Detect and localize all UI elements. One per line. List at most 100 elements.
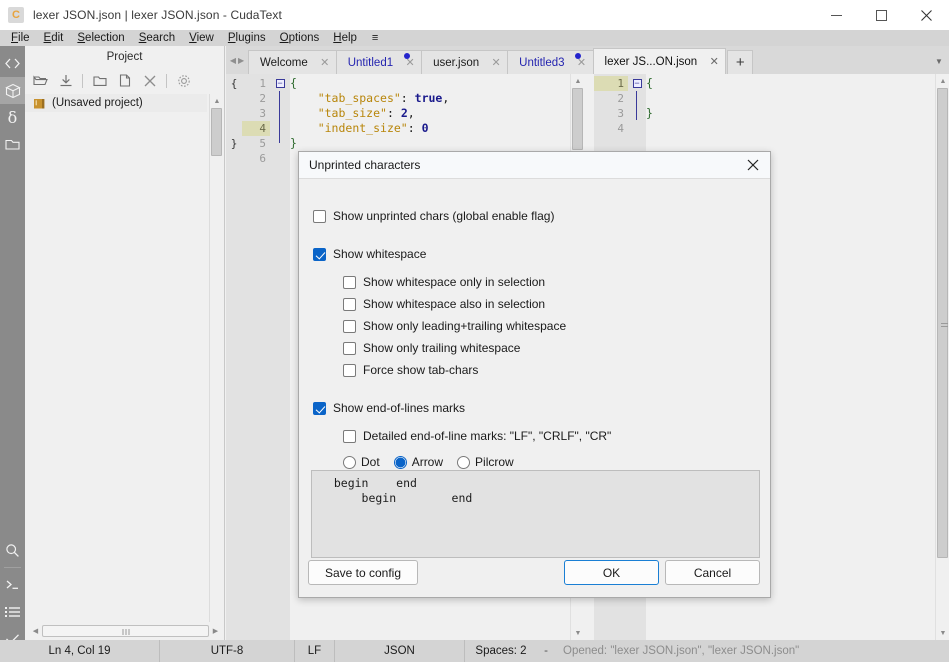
radio-button[interactable] [457,455,471,469]
status-caret-position[interactable]: Ln 4, Col 19 [0,640,160,662]
checkbox-show-whitespace[interactable] [313,247,326,261]
radio-dot[interactable]: Dot [343,455,380,469]
scroll-right-arrow-icon[interactable]: ▶ [209,624,222,638]
checkbox-label: Show end-of-lines marks [333,401,466,415]
menu-help[interactable]: Help [326,30,364,46]
tab-untitled1[interactable]: Untitled1 ✕ [335,50,423,74]
line-number: 3 [617,107,624,120]
delta-icon[interactable]: δ [0,104,25,131]
hamburger-menu-icon[interactable]: ≡ [364,30,386,46]
menu-options[interactable]: Options [273,30,327,46]
project-root-label: (Unsaved project) [52,97,143,109]
status-line-ending[interactable]: LF [295,640,335,662]
radio-pilcrow[interactable]: Pilcrow [457,455,514,469]
maximize-icon[interactable] [859,0,904,30]
close-icon[interactable]: ✕ [489,56,503,70]
radio-button[interactable] [393,455,407,469]
tab-label: Welcome [260,56,308,69]
add-tab-button[interactable]: + [727,50,754,74]
checkbox-ws-trailing-only[interactable] [343,341,356,355]
checkbox-row-global[interactable]: Show unprinted chars (global enable flag… [313,205,756,227]
checkbox-row-detailed-eol[interactable]: Detailed end-of-line marks: "LF", "CRLF"… [313,425,756,447]
menu-file[interactable]: File [4,30,37,46]
checkbox-label: Force show tab-chars [363,363,479,377]
checkbox-row-ws-only-selection[interactable]: Show whitespace only in selection [313,271,756,293]
checkbox-ws-also-in-selection[interactable] [343,297,356,311]
radio-button[interactable] [343,455,356,469]
checkbox-row-ws-trailing[interactable]: Show only trailing whitespace [313,337,756,359]
open-folder-icon[interactable] [29,71,52,91]
menu-view[interactable]: View [182,30,221,46]
project-box-icon[interactable] [0,77,25,104]
tab-label: Untitled1 [347,56,394,69]
menu-selection[interactable]: Selection [70,30,131,46]
project-horizontal-scrollbar[interactable]: ◀ ▶ [29,624,222,638]
scroll-down-arrow-icon[interactable]: ▼ [571,626,585,640]
menu-edit[interactable]: Edit [37,30,71,46]
search-icon[interactable] [0,537,25,564]
status-lexer[interactable]: JSON [335,640,465,662]
tab-user-json[interactable]: user.json ✕ [421,50,509,74]
scrollbar-thumb[interactable] [572,88,583,150]
close-icon[interactable] [138,71,161,91]
project-tree[interactable]: (Unsaved project) [25,94,224,622]
scrollbar-track[interactable] [42,625,209,637]
scroll-up-arrow-icon[interactable]: ▲ [936,74,949,88]
chevron-down-icon[interactable]: ▼ [931,53,947,69]
scrollbar-thumb[interactable] [937,88,948,558]
close-icon[interactable] [904,0,949,30]
tab-nav-arrows[interactable]: ◀ ▶ [226,46,248,74]
checkbox-ws-only-in-selection[interactable] [343,275,356,289]
radio-arrow[interactable]: Arrow [393,455,443,469]
download-icon[interactable] [54,71,77,91]
scroll-up-arrow-icon[interactable]: ▲ [571,74,585,88]
scroll-down-arrow-icon[interactable]: ▼ [936,626,949,640]
status-encoding[interactable]: UTF-8 [160,640,295,662]
tab-welcome[interactable]: Welcome ✕ [248,50,337,74]
minimize-icon[interactable] [814,0,859,30]
fold-gutter[interactable]: − [270,74,290,640]
tab-label: Untitled3 [519,56,565,69]
tab-untitled3[interactable]: Untitled3 ✕ [507,50,594,74]
tab-nav-left-icon[interactable]: ◀ [230,56,236,65]
checkbox-row-ws-leading-trailing[interactable]: Show only leading+trailing whitespace [313,315,756,337]
menu-search[interactable]: Search [132,30,182,46]
save-to-config-button[interactable]: Save to config [308,560,418,585]
close-icon[interactable]: ✕ [707,55,721,69]
ok-button[interactable]: OK [564,560,659,585]
file-icon[interactable] [113,71,136,91]
checkbox-global-enable[interactable] [313,209,326,223]
checkbox-row-show-eol[interactable]: Show end-of-lines marks [313,397,756,419]
fold-collapse-icon[interactable]: − [632,79,642,88]
right-pane-vertical-scrollbar[interactable]: ▲ ▼ [935,74,949,640]
close-icon[interactable]: ✕ [318,56,332,70]
fold-collapse-icon[interactable]: − [275,79,285,88]
checkbox-show-end-of-lines[interactable] [313,401,326,415]
dialog-body: Show unprinted chars (global enable flag… [299,179,770,473]
tab-lexer-json[interactable]: lexer JS...ON.json ✕ [592,48,727,74]
gear-icon[interactable] [172,71,195,91]
project-vertical-scrollbar[interactable]: ▲ [209,94,224,622]
folder-icon[interactable] [88,71,111,91]
checkbox-row-show-whitespace[interactable]: Show whitespace [313,243,756,265]
output-list-icon[interactable] [0,598,25,625]
cancel-button[interactable]: Cancel [665,560,760,585]
menu-plugins[interactable]: Plugins [221,30,273,46]
scrollbar-thumb[interactable] [211,108,222,156]
close-icon[interactable] [736,152,770,179]
list-item[interactable]: (Unsaved project) [25,94,207,112]
checkbox-detailed-eol-marks[interactable] [343,429,356,443]
folder-icon[interactable] [0,131,25,158]
scroll-up-arrow-icon[interactable]: ▲ [210,94,224,108]
checkbox-ws-leading-trailing[interactable] [343,319,356,333]
tab-nav-right-icon[interactable]: ▶ [238,56,244,65]
status-indent[interactable]: Spaces: 2 [465,640,537,662]
toolbar-divider-2 [166,73,167,88]
checkbox-row-ws-also-selection[interactable]: Show whitespace also in selection [313,293,756,315]
code-tree-icon[interactable] [0,50,25,77]
console-icon[interactable] [0,571,25,598]
checkbox-row-force-tab-chars[interactable]: Force show tab-chars [313,359,756,381]
code-line: } [646,106,653,120]
scroll-left-arrow-icon[interactable]: ◀ [29,624,42,638]
checkbox-force-show-tab-chars[interactable] [343,363,356,377]
